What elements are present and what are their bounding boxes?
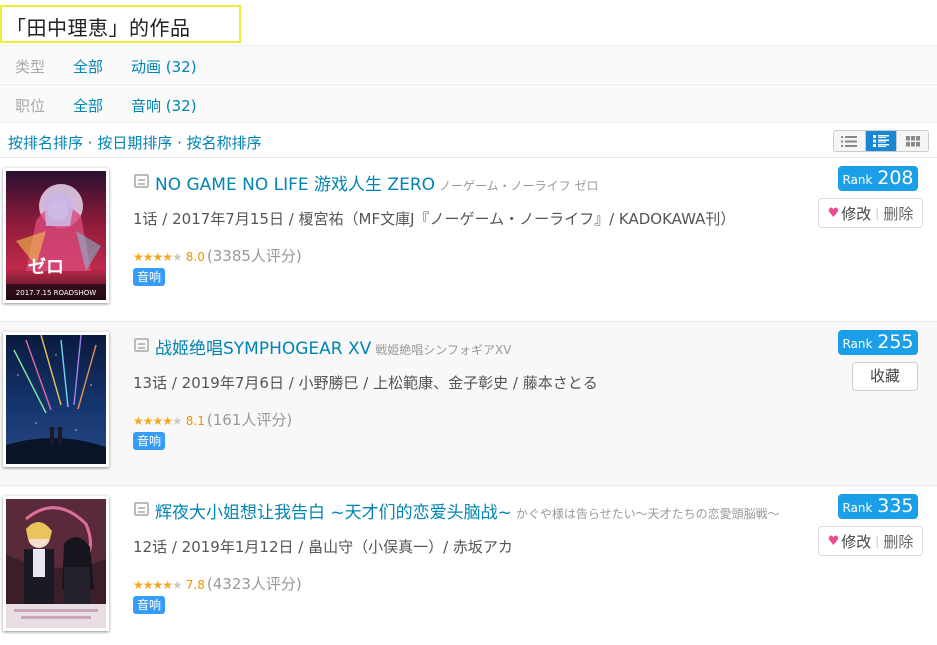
sort-separator: · <box>172 134 187 152</box>
item-rating: ★★★★★ 7.8 (4323人评分) <box>133 573 302 594</box>
star-rating-icon: ★★★★★ <box>133 414 183 428</box>
view-mode-toggle <box>833 130 929 152</box>
item-votes: (3385人评分) <box>206 247 302 265</box>
cover-caption: 2017.7.15 ROADSHOW <box>16 289 96 297</box>
star-rating-icon: ★★★★★ <box>133 578 183 592</box>
collection-actions: ♥ 修改 | 删除 <box>818 526 923 556</box>
list-item: ゼロ 2017.7.15 ROADSHOW NO GAME NO LIFE 游戏… <box>0 157 937 321</box>
sort-links: 按排名排序 · 按日期排序 · 按名称排序 <box>8 132 262 153</box>
item-title-line: 战姬绝唱SYMPHOGEAR XV 戦姫絶唱シンフォギアXV <box>155 334 511 359</box>
item-votes: (161人评分) <box>206 411 293 429</box>
rank-value: 335 <box>877 495 914 517</box>
collection-actions: ♥ 修改 | 删除 <box>818 198 923 228</box>
item-original-title: かぐや様は告らせたい～天才たちの恋愛頭脳戦～ <box>515 507 780 521</box>
list-item: 辉夜大小姐想让我告白 ~天才们的恋爱头脑战~ かぐや様は告らせたい～天才たちの恋愛… <box>0 485 937 645</box>
item-info: 13话 / 2019年7月6日 / 小野勝巳 / 上松範康、金子彰史 / 藤本さ… <box>133 374 598 392</box>
item-score: 8.1 <box>185 414 205 428</box>
filter-type-anime-link[interactable]: 动画 (32) <box>131 56 197 77</box>
rank-label: Rank <box>842 337 873 351</box>
item-rating: ★★★★★ 8.0 (3385人评分) <box>133 245 302 266</box>
sort-by-date-link[interactable]: 按日期排序 <box>97 134 172 152</box>
list-item: 战姬绝唱SYMPHOGEAR XV 戦姫絶唱シンフォギアXV 13话 / 2019… <box>0 321 937 485</box>
rank-label: Rank <box>842 173 873 187</box>
filter-row-type: 类型 全部 动画 (32) <box>0 45 937 83</box>
cover-image[interactable]: ゼロ 2017.7.15 ROADSHOW <box>3 168 109 303</box>
divider: | <box>875 534 880 548</box>
filter-position-all-link[interactable]: 全部 <box>73 95 103 116</box>
divider: | <box>875 206 880 220</box>
delete-collection-button[interactable]: 删除 <box>883 531 913 552</box>
rank-value: 255 <box>877 331 914 353</box>
item-title-line: 辉夜大小姐想让我告白 ~天才们的恋爱头脑战~ かぐや様は告らせたい～天才たちの恋愛… <box>155 498 780 523</box>
star-rating-icon: ★★★★★ <box>133 250 183 264</box>
collect-button[interactable]: 收藏 <box>852 362 918 391</box>
svg-text:ゼロ: ゼロ <box>28 256 64 278</box>
item-title-link[interactable]: 战姬绝唱SYMPHOGEAR XV <box>155 339 371 359</box>
filter-label-type: 类型 <box>15 58 46 76</box>
filter-label-position: 职位 <box>15 97 46 115</box>
list-compact-icon[interactable] <box>834 131 866 151</box>
position-tag: 音响 <box>133 432 166 450</box>
subject-type-icon <box>134 338 149 352</box>
item-info: 12话 / 2019年1月12日 / 畠山守（小俣真一）/ 赤坂アカ <box>133 538 513 556</box>
rank-value: 208 <box>877 167 914 189</box>
rank-label: Rank <box>842 501 873 515</box>
item-original-title: 戦姫絶唱シンフォギアXV <box>375 343 512 357</box>
delete-collection-button[interactable]: 删除 <box>883 203 913 224</box>
edit-collection-button[interactable]: 修改 <box>841 203 871 224</box>
cover-image[interactable] <box>3 332 109 467</box>
filter-type-all-link[interactable]: 全部 <box>73 56 103 77</box>
position-tag: 音响 <box>133 268 166 286</box>
sort-bar: 按排名排序 · 按日期排序 · 按名称排序 <box>0 122 937 156</box>
heart-icon: ♥ <box>827 533 840 549</box>
rank-badge: Rank 335 <box>838 494 918 519</box>
sort-by-rank-link[interactable]: 按排名排序 <box>8 134 83 152</box>
list-detail-icon[interactable] <box>865 131 898 151</box>
heart-icon: ♥ <box>827 205 840 221</box>
item-original-title: ノーゲーム・ノーライフ ゼロ <box>439 179 599 193</box>
item-rating: ★★★★★ 8.1 (161人评分) <box>133 409 292 430</box>
page-title-box: 「田中理恵」的作品 <box>0 5 241 43</box>
position-tag: 音响 <box>133 596 166 614</box>
item-info: 1话 / 2017年7月15日 / 榎宮祐（MF文庫J『ノーゲーム・ノーライフ』… <box>133 210 736 228</box>
item-score: 7.8 <box>185 578 205 592</box>
edit-collection-button[interactable]: 修改 <box>841 531 871 552</box>
item-votes: (4323人评分) <box>206 575 302 593</box>
grid-icon[interactable] <box>897 131 928 151</box>
item-title-link[interactable]: NO GAME NO LIFE 游戏人生 ZERO <box>155 175 435 195</box>
subject-type-icon <box>134 502 149 516</box>
item-score: 8.0 <box>185 250 205 264</box>
filter-position-sound-link[interactable]: 音响 (32) <box>131 95 197 116</box>
subject-type-icon <box>134 174 149 188</box>
filter-row-position: 职位 全部 音响 (32) <box>0 84 937 122</box>
item-title-line: NO GAME NO LIFE 游戏人生 ZERO ノーゲーム・ノーライフ ゼロ <box>155 170 598 195</box>
sort-separator: · <box>83 134 98 152</box>
rank-badge: Rank 208 <box>838 166 918 191</box>
rank-badge: Rank 255 <box>838 330 918 355</box>
sort-by-name-link[interactable]: 按名称排序 <box>187 134 262 152</box>
page-title: 「田中理恵」的作品 <box>6 16 191 40</box>
cover-image[interactable] <box>3 496 109 631</box>
item-title-link[interactable]: 辉夜大小姐想让我告白 ~天才们的恋爱头脑战~ <box>155 503 512 523</box>
